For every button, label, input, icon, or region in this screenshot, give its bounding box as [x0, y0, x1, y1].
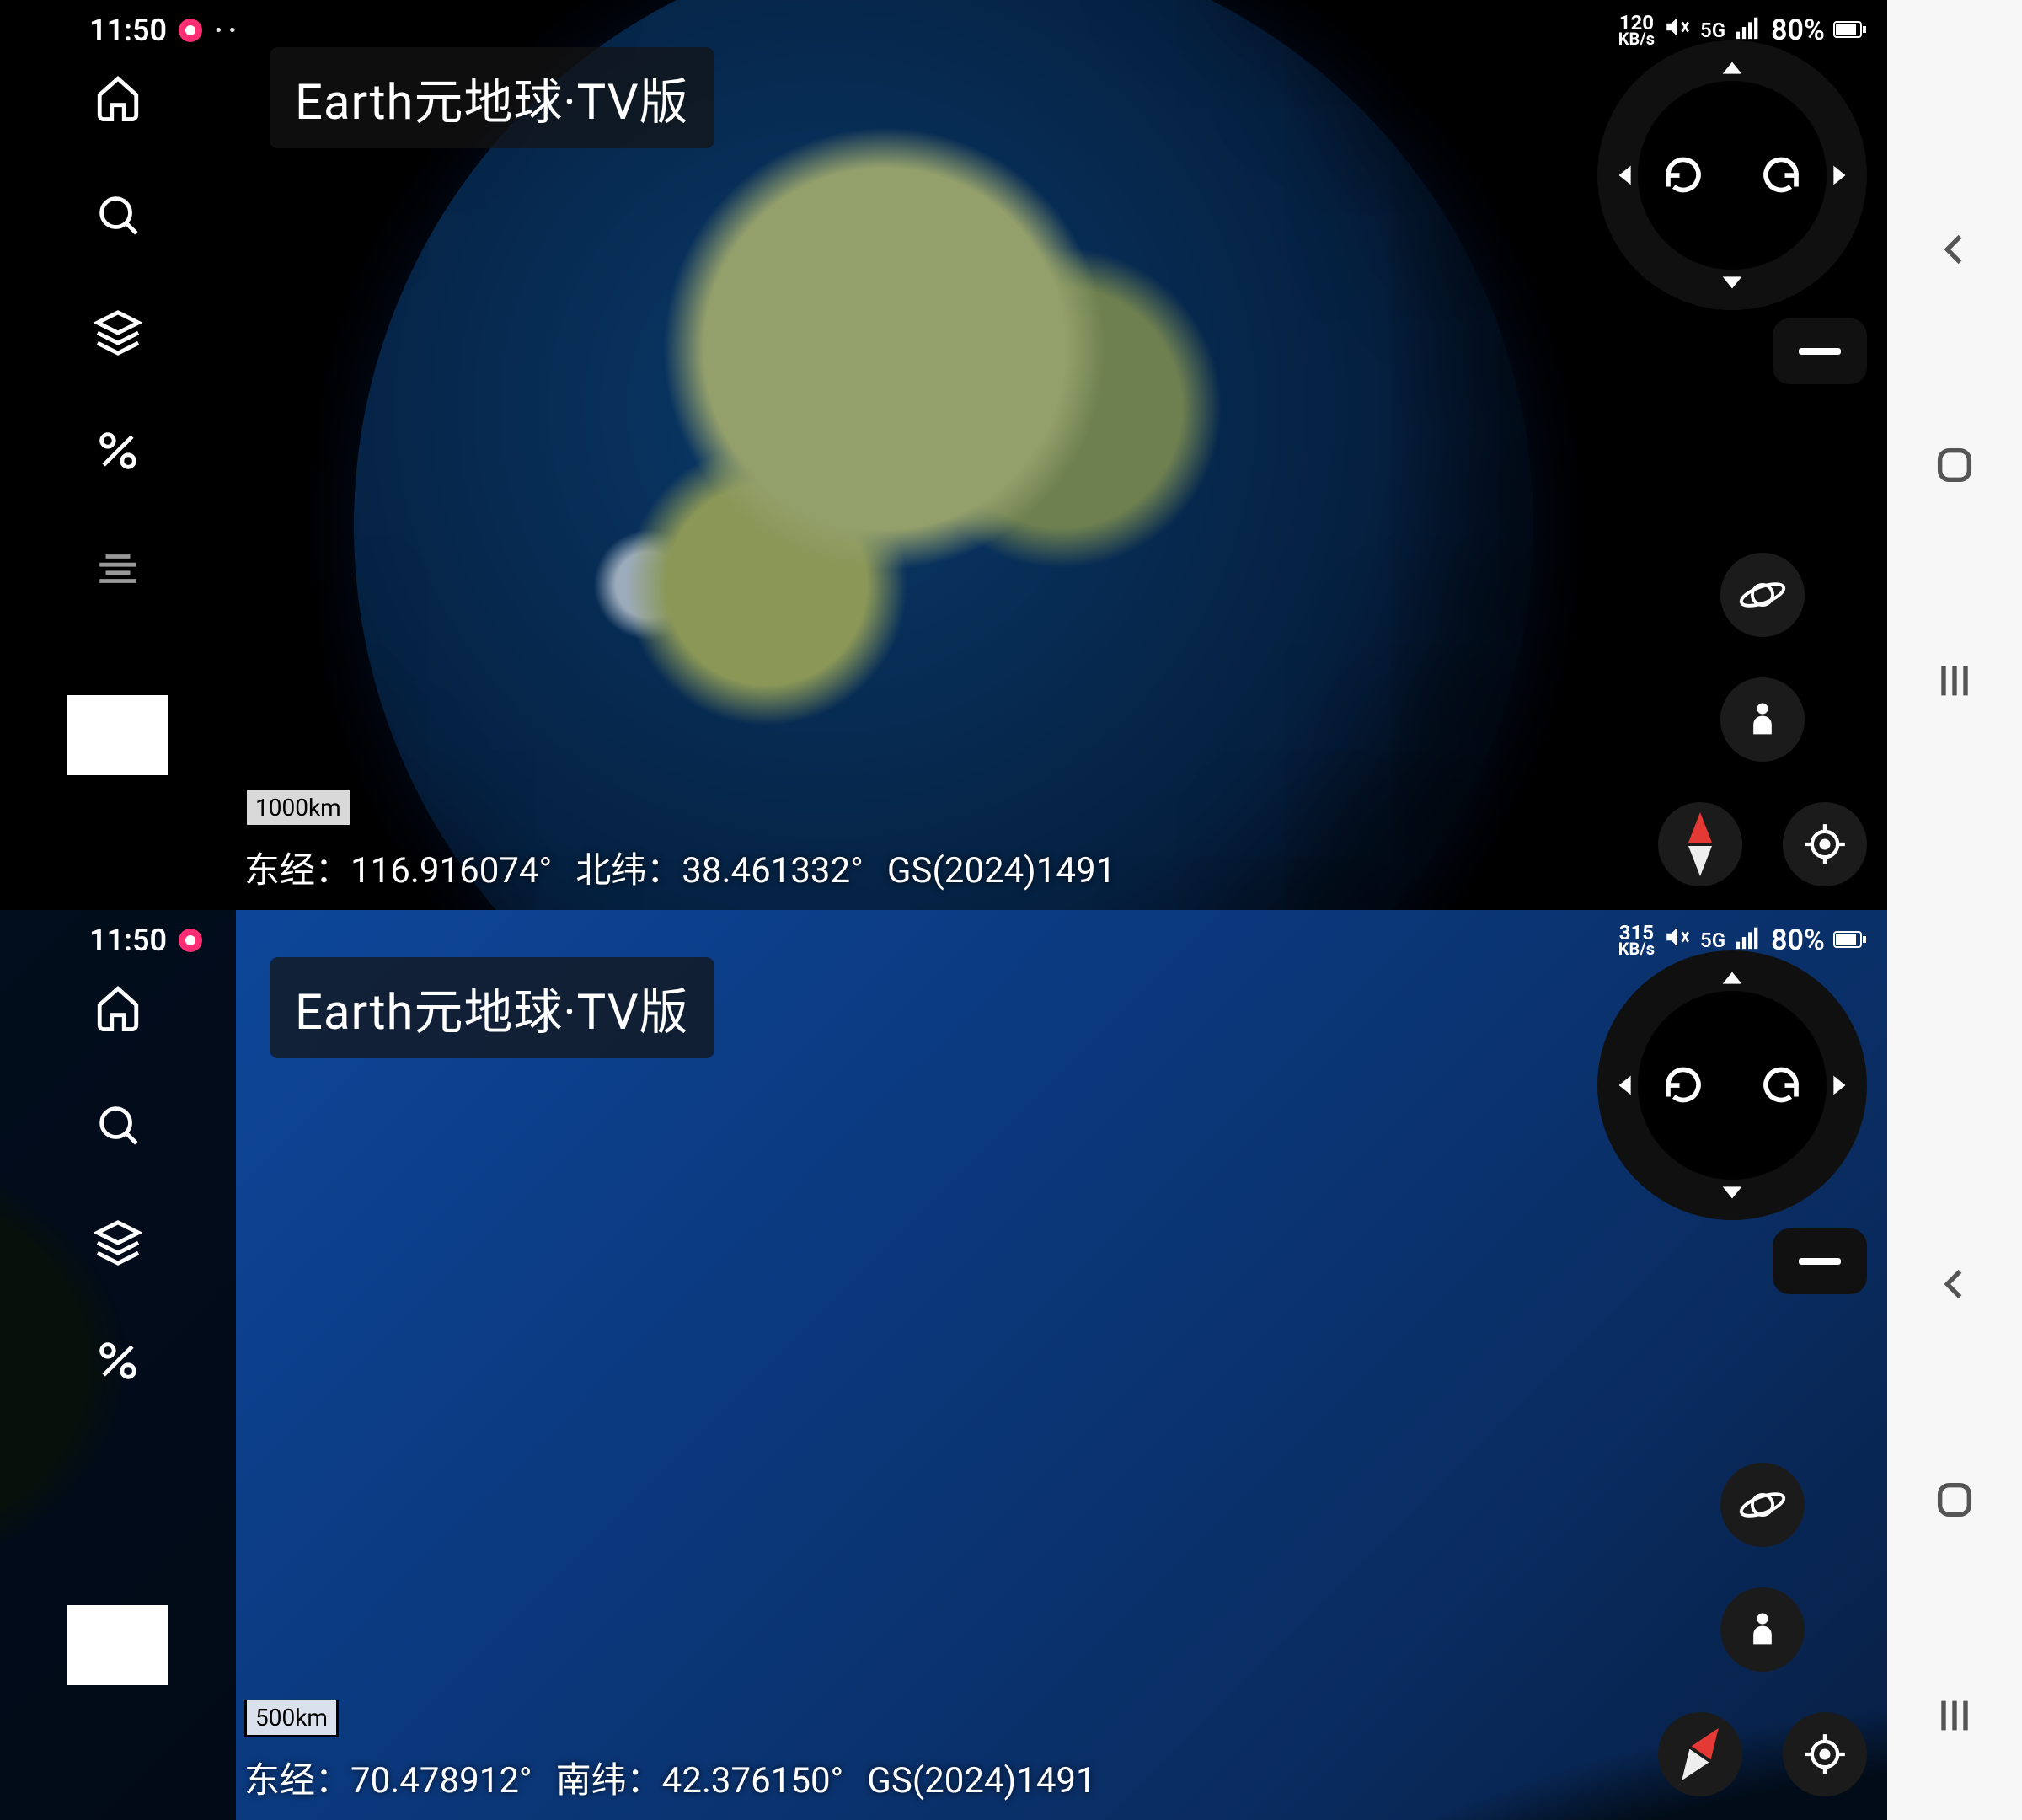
- home-button[interactable]: [1933, 1478, 1977, 1525]
- recents-button[interactable]: [1933, 659, 1977, 706]
- rotate-ccw-button[interactable]: [1658, 1060, 1709, 1111]
- compass-button[interactable]: [1658, 802, 1742, 886]
- coordinates-readout: 东经：70.478912° 南纬：42.376150° GS(2024)1491: [244, 1752, 1096, 1803]
- app-title: Earth元地球·TV版: [270, 47, 714, 148]
- recents-button[interactable]: [1933, 1694, 1977, 1741]
- orbit-mode-button[interactable]: [1720, 1463, 1805, 1547]
- scale-bar: 1000km: [244, 790, 352, 827]
- pan-right-button[interactable]: [1813, 150, 1864, 201]
- map-panel-top: 11:50 ·· 120 KB/s 5G 80%: [0, 0, 1887, 910]
- locate-me-button[interactable]: [1783, 802, 1867, 886]
- settings-percent-icon[interactable]: [94, 1336, 142, 1385]
- layers-icon[interactable]: [94, 1218, 142, 1267]
- back-button[interactable]: [1933, 1262, 1977, 1309]
- pan-right-button[interactable]: [1813, 1060, 1864, 1111]
- pan-left-button[interactable]: [1601, 1060, 1651, 1111]
- search-icon[interactable]: [94, 190, 142, 239]
- compass-button[interactable]: [1641, 1695, 1758, 1812]
- orbit-mode-button[interactable]: [1720, 553, 1805, 637]
- left-sidebar: [0, 0, 236, 910]
- scale-bar: 500km: [244, 1700, 339, 1737]
- map-panel-bottom: 11:50 315 KB/s 5G 80%: [0, 910, 1887, 1820]
- rotate-cw-button[interactable]: [1756, 1060, 1806, 1111]
- thumbnail-placeholder[interactable]: [67, 695, 168, 775]
- search-icon[interactable]: [94, 1100, 142, 1149]
- home-icon[interactable]: [94, 72, 142, 121]
- pan-up-button[interactable]: [1707, 954, 1757, 1004]
- zoom-out-button[interactable]: [1773, 1228, 1867, 1294]
- thumbnail-placeholder[interactable]: [67, 1605, 168, 1685]
- pan-down-button[interactable]: [1707, 1166, 1757, 1217]
- locate-me-button[interactable]: [1783, 1712, 1867, 1796]
- dpad-control: [1597, 950, 1867, 1220]
- rotate-cw-button[interactable]: [1756, 150, 1806, 201]
- app-title: Earth元地球·TV版: [270, 957, 714, 1058]
- back-button[interactable]: [1933, 228, 1977, 275]
- pan-up-button[interactable]: [1707, 44, 1757, 94]
- home-button[interactable]: [1933, 443, 1977, 490]
- coordinates-readout: 东经：116.916074° 北纬：38.461332° GS(2024)149…: [244, 842, 1115, 893]
- settings-percent-icon[interactable]: [94, 426, 142, 475]
- layers-icon[interactable]: [94, 308, 142, 357]
- rotate-ccw-button[interactable]: [1658, 150, 1709, 201]
- zoom-out-button[interactable]: [1773, 318, 1867, 384]
- streetview-button[interactable]: [1720, 1587, 1805, 1672]
- pan-left-button[interactable]: [1601, 150, 1651, 201]
- more-icon[interactable]: [94, 544, 142, 593]
- dpad-control: [1597, 40, 1867, 310]
- pan-down-button[interactable]: [1707, 256, 1757, 307]
- left-sidebar: [0, 910, 236, 1820]
- home-icon[interactable]: [94, 982, 142, 1031]
- streetview-button[interactable]: [1720, 677, 1805, 762]
- system-navigation-bar: [1887, 0, 2022, 1820]
